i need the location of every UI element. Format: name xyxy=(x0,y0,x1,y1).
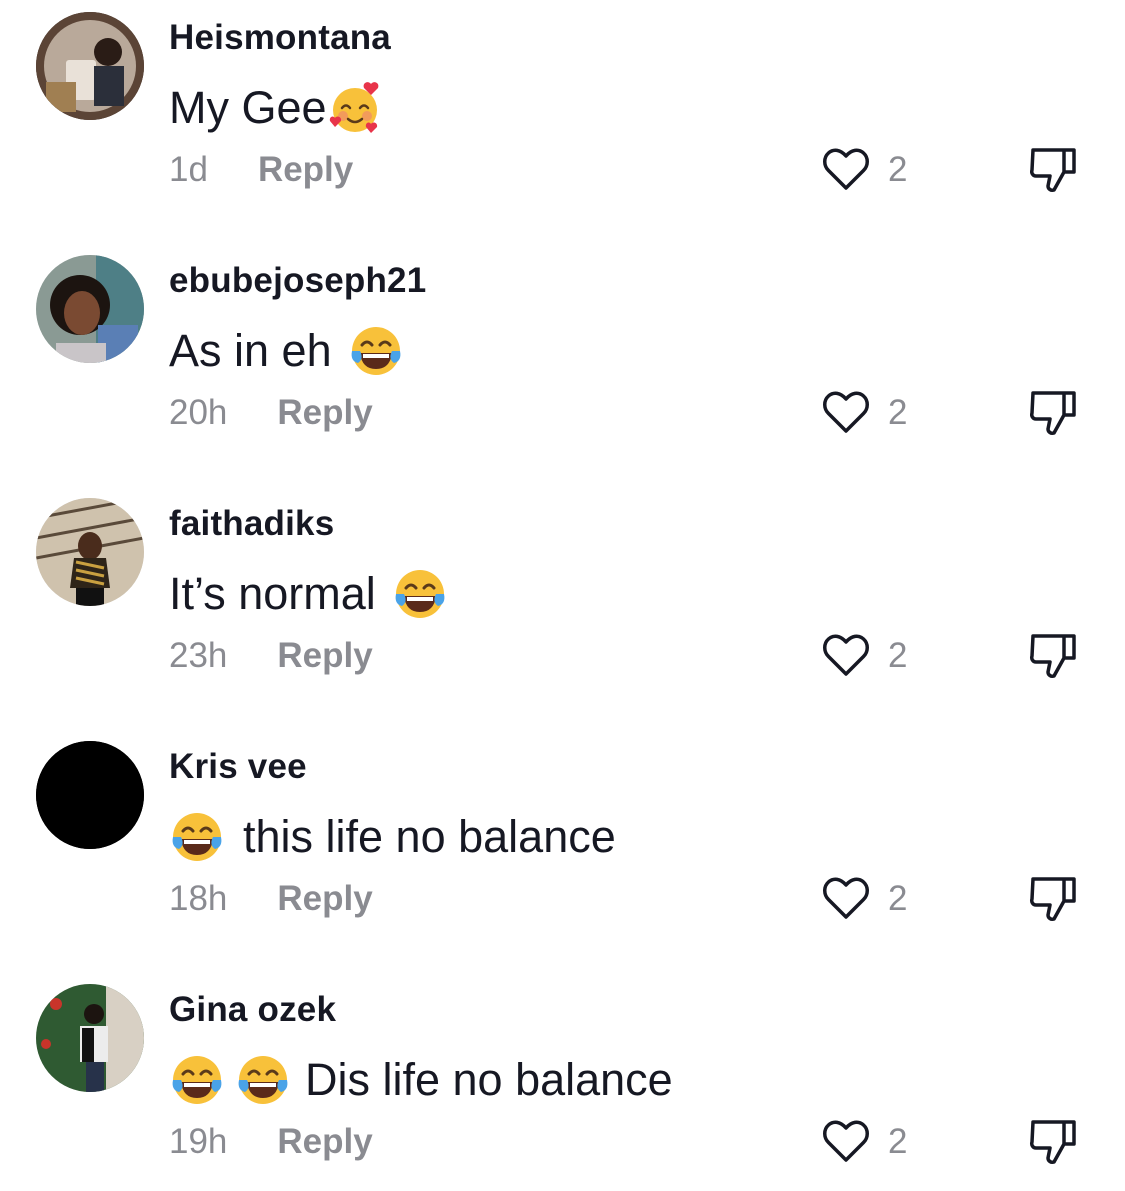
reply-button[interactable]: Reply xyxy=(277,393,372,433)
comment-item: Gina ozek Dis life no balance 19h Reply … xyxy=(0,972,1125,1191)
username[interactable]: Heismontana xyxy=(169,18,391,58)
dislike-button[interactable] xyxy=(1024,1114,1080,1170)
face-with-tears-of-joy-icon xyxy=(169,1052,225,1108)
comment-time: 19h xyxy=(169,1122,228,1161)
username[interactable]: faithadiks xyxy=(169,504,334,544)
comment-text: As in eh xyxy=(169,323,404,379)
thumbs-down-icon xyxy=(1024,871,1080,927)
thumbs-down-icon xyxy=(1024,1114,1080,1170)
face-with-tears-of-joy-icon xyxy=(392,566,448,622)
face-with-tears-of-joy-icon xyxy=(169,809,225,865)
dislike-button[interactable] xyxy=(1024,142,1080,198)
reply-button[interactable]: Reply xyxy=(258,150,353,190)
reply-button[interactable]: Reply xyxy=(277,636,372,676)
thumbs-down-icon xyxy=(1024,628,1080,684)
like-count: 2 xyxy=(888,636,908,675)
comment-time: 18h xyxy=(169,879,228,918)
comment-time: 1d xyxy=(169,150,208,189)
comment-item: faithadiks It’s normal 23h Reply 2 xyxy=(0,486,1125,729)
comment-item: Heismontana My Gee 1d Reply 2 xyxy=(0,0,1125,243)
avatar[interactable] xyxy=(36,984,144,1092)
comment-text: Dis life no balance xyxy=(169,1052,673,1108)
face-with-tears-of-joy-icon xyxy=(348,323,404,379)
comment-item: ebubejoseph21 As in eh 20h Reply 2 xyxy=(0,243,1125,486)
avatar[interactable] xyxy=(36,498,144,606)
comment-meta: 23h Reply xyxy=(169,636,373,676)
comment-text: My Gee xyxy=(169,80,383,136)
comment-meta: 1d Reply xyxy=(169,150,353,190)
comment-time: 20h xyxy=(169,393,228,432)
dislike-button[interactable] xyxy=(1024,871,1080,927)
comment-item: Kris vee this life no balance 18h Reply xyxy=(0,729,1125,972)
comment-meta: 19h Reply xyxy=(169,1122,373,1162)
comment-body: As in eh xyxy=(169,325,332,376)
comment-meta: 18h Reply xyxy=(169,879,373,919)
comment-time: 23h xyxy=(169,636,228,675)
thumbs-down-icon xyxy=(1024,142,1080,198)
comment-body: It’s normal xyxy=(169,568,376,619)
like-count: 2 xyxy=(888,879,908,918)
like-count: 2 xyxy=(888,393,908,432)
like-button[interactable]: 2 xyxy=(818,385,907,441)
heart-outline-icon xyxy=(818,142,874,198)
comment-body: this life no balance xyxy=(243,811,616,862)
username[interactable]: Gina ozek xyxy=(169,990,336,1030)
dislike-button[interactable] xyxy=(1024,385,1080,441)
reply-button[interactable]: Reply xyxy=(277,879,372,919)
dislike-button[interactable] xyxy=(1024,628,1080,684)
comment-text: this life no balance xyxy=(169,809,616,865)
like-button[interactable]: 2 xyxy=(818,1114,907,1170)
comment-text: It’s normal xyxy=(169,566,448,622)
username[interactable]: Kris vee xyxy=(169,747,307,787)
like-count: 2 xyxy=(888,150,908,189)
like-button[interactable]: 2 xyxy=(818,142,907,198)
heart-outline-icon xyxy=(818,871,874,927)
comment-body: My Gee xyxy=(169,82,327,133)
comment-body: Dis life no balance xyxy=(305,1054,673,1105)
face-with-tears-of-joy-icon xyxy=(235,1052,291,1108)
reply-button[interactable]: Reply xyxy=(277,1122,372,1162)
thumbs-down-icon xyxy=(1024,385,1080,441)
heart-outline-icon xyxy=(818,385,874,441)
like-button[interactable]: 2 xyxy=(818,871,907,927)
avatar[interactable] xyxy=(36,12,144,120)
heart-outline-icon xyxy=(818,1114,874,1170)
username[interactable]: ebubejoseph21 xyxy=(169,261,426,301)
heart-outline-icon xyxy=(818,628,874,684)
comment-meta: 20h Reply xyxy=(169,393,373,433)
comment-list: Heismontana My Gee 1d Reply 2 ebubejosep… xyxy=(0,0,1125,1191)
like-button[interactable]: 2 xyxy=(818,628,907,684)
like-count: 2 xyxy=(888,1122,908,1161)
smiling-face-with-hearts-icon xyxy=(327,80,383,136)
avatar[interactable] xyxy=(36,255,144,363)
avatar[interactable] xyxy=(36,741,144,849)
